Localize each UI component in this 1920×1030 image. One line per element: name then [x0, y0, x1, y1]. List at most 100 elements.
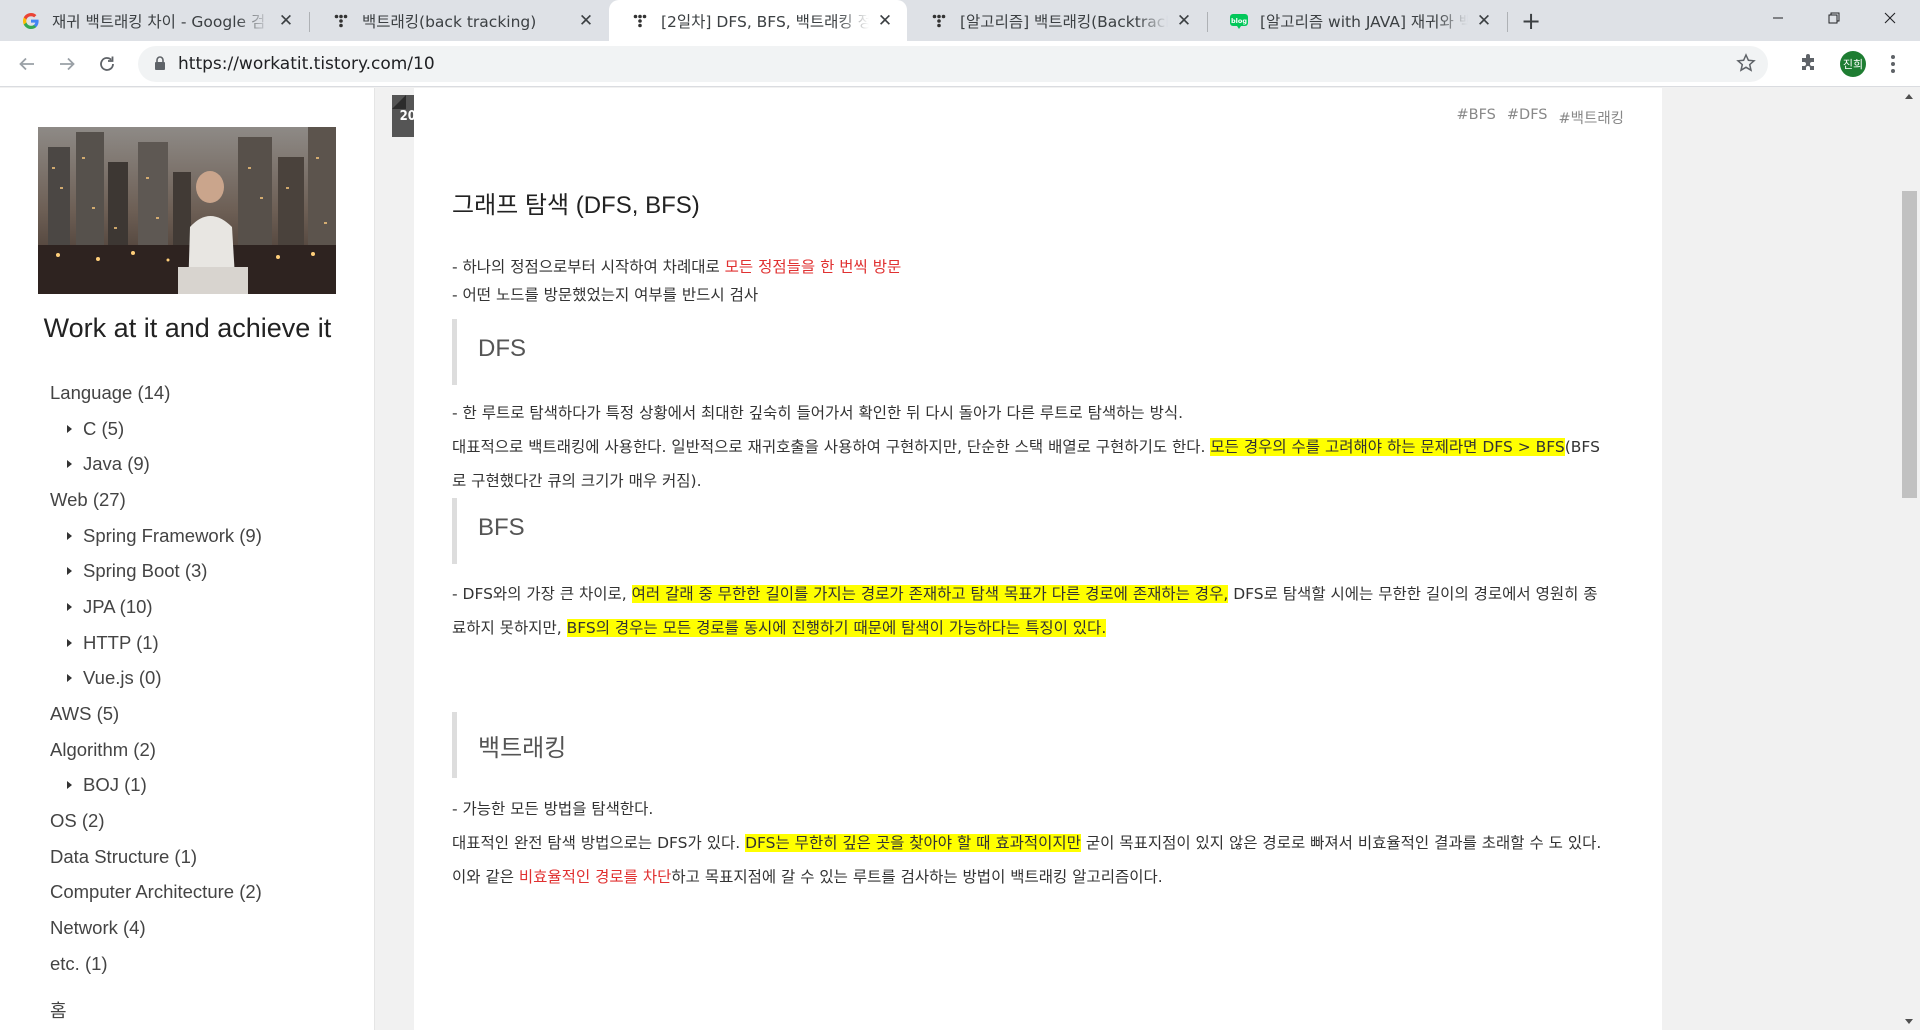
naver-blog-icon: blog: [1230, 12, 1248, 30]
tab-title: [알고리즘 with JAVA] 재귀와 백트: [1260, 12, 1468, 31]
post-tags: #BFS #DFS #백트래킹: [1456, 107, 1624, 128]
tab-algorithm-backtracking[interactable]: [알고리즘] 백트래킹(Backtracking) ✕: [908, 0, 1206, 41]
back-button[interactable]: [11, 48, 43, 80]
browser-menu-button[interactable]: [1883, 53, 1903, 75]
minimize-icon: [1773, 17, 1783, 19]
section-heading-dfs: DFS: [452, 319, 1622, 385]
close-tab-icon[interactable]: ✕: [1474, 11, 1494, 31]
minimize-button[interactable]: [1750, 0, 1806, 36]
subcategory-item[interactable]: Spring Framework (9): [50, 518, 360, 554]
close-tab-icon[interactable]: ✕: [1174, 11, 1194, 31]
tab-algorithm-java[interactable]: blog [알고리즘 with JAVA] 재귀와 백트 ✕: [1208, 0, 1506, 41]
bullet-triangle-icon: [67, 674, 72, 683]
tistory-icon: [332, 12, 350, 30]
scroll-up-arrow-icon[interactable]: [1905, 94, 1913, 99]
tab-separator: [1507, 12, 1508, 32]
category-item[interactable]: Computer Architecture (2): [50, 875, 360, 911]
category-item[interactable]: Algorithm (2): [50, 732, 360, 768]
close-tab-icon[interactable]: ✕: [875, 11, 895, 31]
category-item[interactable]: OS (2): [50, 803, 360, 839]
category-label: Web (27): [50, 488, 126, 510]
tab-dfs-bfs-active[interactable]: [2일차] DFS, BFS, 백트래킹 정의 ✕: [609, 0, 907, 41]
tab-google-search[interactable]: 재귀 백트래킹 차이 - Google 검 ✕: [0, 0, 308, 41]
tag-link[interactable]: #DFS: [1507, 107, 1548, 128]
extensions-puzzle-icon[interactable]: [1798, 54, 1818, 78]
page-scrollbar[interactable]: [1899, 88, 1920, 1030]
profile-avatar[interactable]: 진희: [1840, 51, 1866, 77]
bullet-triangle-icon: [67, 531, 72, 540]
category-label: Vue.js (0): [83, 667, 162, 689]
text: - 한 루트로 탐색하다가 특정 상황에서 최대한 깊숙히 들어가서 확인한 뒤…: [452, 404, 1184, 422]
subcategory-item[interactable]: Java (9): [50, 446, 360, 482]
category-label: Spring Boot (3): [83, 560, 208, 582]
tab-title: 재귀 백트래킹 차이 - Google 검: [52, 12, 266, 31]
bullet-triangle-icon: [67, 602, 72, 611]
paragraph: - 가능한 모든 방법을 탐색한다.: [452, 797, 653, 819]
text: 로 구현했다간 큐의 크기가 매우 커짐).: [452, 472, 702, 490]
home-link[interactable]: 홈: [50, 997, 67, 1023]
subcategory-item[interactable]: Spring Boot (3): [50, 553, 360, 589]
close-tab-icon[interactable]: ✕: [576, 11, 596, 31]
text: - 어떤 노드를 방문했었는지 여부를 반드시 검사: [452, 286, 759, 304]
category-item[interactable]: Network (4): [50, 910, 360, 946]
red-emphasis: 비효율적인 경로를 차단: [518, 868, 672, 886]
new-tab-button[interactable]: +: [1517, 7, 1545, 35]
scrollbar-thumb[interactable]: [1902, 191, 1917, 498]
text: DFS로 탐색할 시에는 무한한 길이의 경로에서 영원히 종: [1228, 585, 1598, 603]
category-label: Algorithm (2): [50, 738, 156, 760]
subcategory-item[interactable]: BOJ (1): [50, 768, 360, 804]
subcategory-item[interactable]: Vue.js (0): [50, 661, 360, 697]
category-item[interactable]: Language (14): [50, 375, 360, 411]
subcategory-item[interactable]: HTTP (1): [50, 625, 360, 661]
avatar-label: 진희: [1842, 58, 1864, 71]
section-heading-backtracking: 백트래킹: [452, 712, 1622, 778]
subcategory-item[interactable]: JPA (10): [50, 589, 360, 625]
category-list: Language (14) C (5) Java (9) Web (27) Sp…: [50, 375, 360, 982]
restore-button[interactable]: [1806, 0, 1862, 36]
blog-profile-image[interactable]: [38, 127, 336, 294]
tag-link[interactable]: #백트래킹: [1558, 107, 1624, 128]
bullet-triangle-icon: [67, 567, 72, 576]
category-label: Data Structure (1): [50, 845, 198, 867]
svg-text:blog: blog: [1231, 17, 1247, 25]
scroll-down-arrow-icon[interactable]: [1905, 1019, 1913, 1024]
text: (BFS: [1564, 438, 1600, 456]
forward-button[interactable]: [51, 48, 83, 80]
restore-icon: [1828, 12, 1840, 24]
category-item[interactable]: AWS (5): [50, 696, 360, 732]
category-label: HTTP (1): [83, 631, 159, 653]
category-item[interactable]: Web (27): [50, 482, 360, 518]
category-label: C (5): [83, 417, 125, 439]
highlight-text: 모든 경우의 수를 고려해야 하는 문제라면 DFS > BFS: [1210, 438, 1565, 456]
category-label: OS (2): [50, 810, 105, 832]
post-title: 그래프 탐색 (DFS, BFS): [452, 192, 700, 219]
highlight-text: 여러 갈래 중 무한한 길이를 가지는 경로가 존재하고 탐색 목표가 다른 경…: [631, 585, 1229, 603]
tab-backtracking[interactable]: 백트래킹(back tracking) ✕: [310, 0, 608, 41]
highlight-text: DFS는 무한히 깊은 곳을 찾아야 할 때 효과적이지만: [745, 834, 1081, 852]
text: 이와 같은: [452, 868, 519, 886]
address-bar[interactable]: https://workatit.tistory.com/10: [138, 46, 1768, 82]
blog-sidebar: Work at it and achieve it Language (14) …: [0, 88, 375, 1030]
category-label: Language (14): [50, 381, 171, 403]
tab-strip: 재귀 백트래킹 차이 - Google 검 ✕ 백트래킹(back tracki…: [0, 0, 1920, 41]
tistory-icon: [930, 12, 948, 30]
paragraph: 이와 같은 비효율적인 경로를 차단하고 목표지점에 갈 수 있는 루트를 검사…: [452, 865, 1163, 887]
paragraph: - 어떤 노드를 방문했었는지 여부를 반드시 검사: [452, 283, 758, 305]
tab-title: [2일차] DFS, BFS, 백트래킹 정의: [661, 12, 869, 31]
close-window-button[interactable]: [1862, 0, 1918, 36]
lock-icon[interactable]: [154, 56, 166, 75]
text: - 하나의 정점으로부터 시작하여 차례대로: [452, 258, 725, 276]
tag-link[interactable]: #BFS: [1456, 107, 1495, 128]
heading-text: 백트래킹: [478, 735, 567, 762]
category-item[interactable]: Data Structure (1): [50, 839, 360, 875]
text: - 가능한 모든 방법을 탐색한다.: [452, 800, 654, 818]
reload-button[interactable]: [91, 48, 123, 80]
close-tab-icon[interactable]: ✕: [276, 11, 296, 31]
category-item[interactable]: etc. (1): [50, 946, 360, 982]
blog-title[interactable]: Work at it and achieve it: [0, 313, 375, 344]
category-label: JPA (10): [83, 595, 153, 617]
heading-text: DFS: [478, 335, 526, 362]
subcategory-item[interactable]: C (5): [50, 411, 360, 447]
text: 대표적으로 백트래킹에 사용한다. 일반적으로 재귀호출을 사용하여 구현하지만…: [452, 438, 1211, 456]
bookmark-star-icon[interactable]: [1736, 53, 1756, 77]
